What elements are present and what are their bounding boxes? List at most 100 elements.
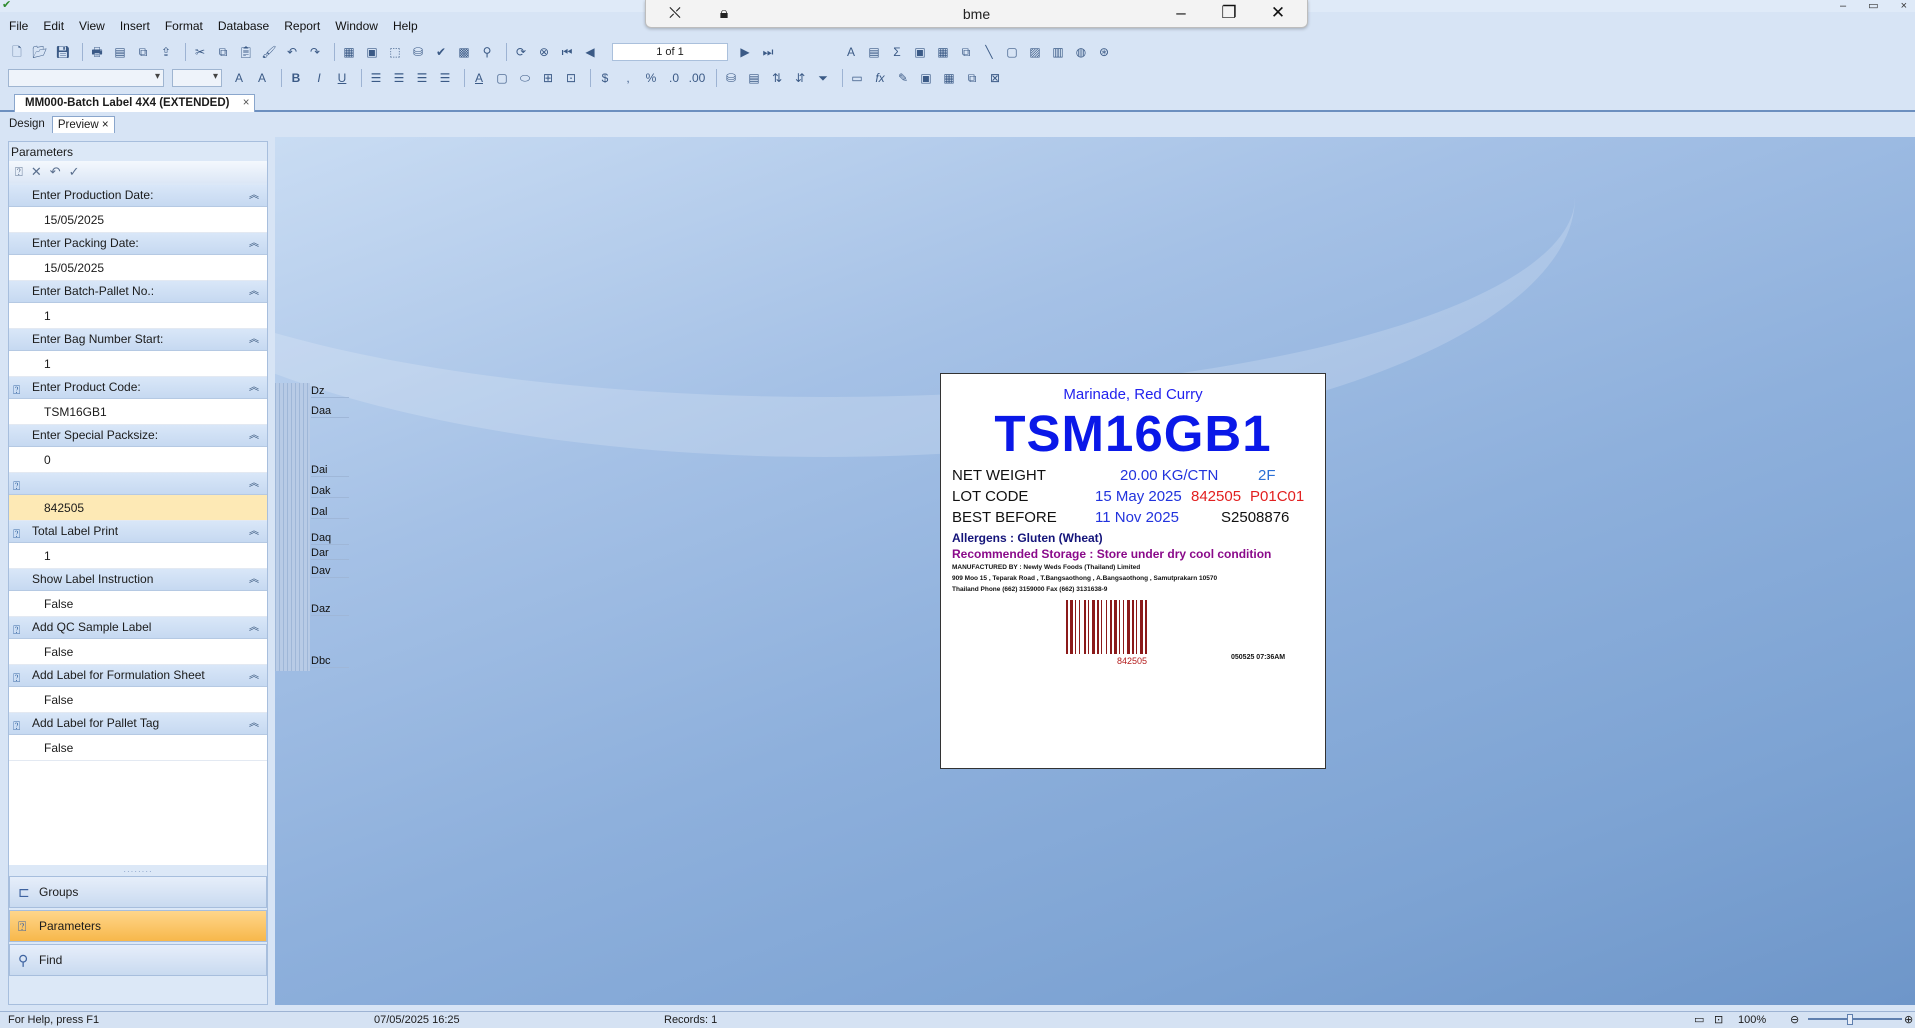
font-color-icon[interactable]: A — [470, 69, 488, 87]
collapse-chevron-icon[interactable]: ︽ — [249, 329, 259, 350]
italic-icon[interactable]: I — [310, 69, 328, 87]
sort-az-icon[interactable]: ⇵ — [791, 69, 809, 87]
lock-size-icon[interactable]: ⊡ — [562, 69, 580, 87]
menu-help[interactable]: Help — [393, 19, 418, 33]
increase-font-icon[interactable]: A — [230, 69, 248, 87]
refresh-icon[interactable]: ⟳ — [512, 43, 530, 61]
field-explorer-icon[interactable]: ▣ — [363, 43, 381, 61]
zoom-slider-thumb[interactable] — [1847, 1014, 1853, 1025]
menu-file[interactable]: File — [9, 19, 28, 33]
template-icon[interactable]: ▣ — [917, 69, 935, 87]
open-icon[interactable]: 📂︎ — [31, 43, 49, 61]
suppress-icon[interactable]: ⬭ — [516, 69, 534, 87]
insert-crosstab-icon[interactable]: ▦ — [934, 43, 952, 61]
parameter-value-field[interactable]: 1 — [9, 303, 267, 329]
zoom-out-icon[interactable]: ⊖ — [1790, 1012, 1799, 1028]
find-icon[interactable]: ⚲ — [478, 43, 496, 61]
decrease-decimals-icon[interactable]: .00 — [688, 69, 706, 87]
font-name-dropdown[interactable] — [8, 69, 164, 87]
last-page-icon[interactable]: ⏭ — [759, 43, 777, 61]
hyperlink-icon[interactable]: ⊠ — [986, 69, 1004, 87]
formula-icon[interactable]: fx — [871, 69, 889, 87]
insert-summary-icon[interactable]: Σ — [888, 43, 906, 61]
align-left-icon[interactable]: ☰ — [367, 69, 385, 87]
cut-icon[interactable]: ✂ — [191, 43, 209, 61]
parameter-header[interactable]: ⍰ Total Label Print ︽ — [9, 521, 267, 543]
align-right-icon[interactable]: ☰ — [413, 69, 431, 87]
redo-icon[interactable]: ↷ — [306, 43, 324, 61]
repository-icon[interactable]: ⛁ — [409, 43, 427, 61]
decrease-font-icon[interactable]: A — [253, 69, 271, 87]
parameter-help-icon[interactable]: ⍰ — [15, 164, 23, 180]
table-icon[interactable]: ▤ — [745, 69, 763, 87]
nav-find-button[interactable]: ⚲ Find — [9, 944, 267, 976]
delete-icon[interactable]: ✕ — [31, 164, 42, 180]
insert-group-icon[interactable]: ▣ — [911, 43, 929, 61]
parameter-header[interactable]: Enter Packing Date: ︽ — [9, 233, 267, 255]
parameter-header[interactable]: ⍰ Enter Product Code: ︽ — [9, 377, 267, 399]
collapse-chevron-icon[interactable]: ︽ — [249, 617, 259, 638]
sort-icon[interactable]: ⇅ — [768, 69, 786, 87]
justify-icon[interactable]: ☰ — [436, 69, 454, 87]
print-setup-icon[interactable]: ▤ — [111, 43, 129, 61]
collapse-chevron-icon[interactable]: ︽ — [249, 425, 259, 446]
menu-report[interactable]: Report — [284, 19, 320, 33]
menu-view[interactable]: View — [79, 19, 105, 33]
collapse-chevron-icon[interactable]: ︽ — [249, 185, 259, 206]
parameter-header[interactable]: ⍰ Add Label for Formulation Sheet ︽ — [9, 665, 267, 687]
insert-picture-icon[interactable]: ▨ — [1026, 43, 1044, 61]
parameter-value-field[interactable]: False — [9, 591, 267, 617]
parameter-value-field[interactable]: 1 — [9, 351, 267, 377]
insert-olap-icon[interactable]: ⊛ — [1095, 43, 1113, 61]
align-center-icon[interactable]: ☰ — [390, 69, 408, 87]
parameter-value-field[interactable]: False — [9, 639, 267, 665]
menu-format[interactable]: Format — [165, 19, 203, 33]
undo-icon[interactable]: ↶ — [50, 164, 61, 180]
collapse-chevron-icon[interactable]: ︽ — [249, 521, 259, 542]
thousands-icon[interactable]: , — [619, 69, 637, 87]
underline-icon[interactable]: U — [333, 69, 351, 87]
document-tab[interactable]: MM000-Batch Label 4X4 (EXTENDED) × — [14, 94, 255, 112]
menu-edit[interactable]: Edit — [43, 19, 64, 33]
menu-insert[interactable]: Insert — [120, 19, 150, 33]
bold-icon[interactable]: B — [287, 69, 305, 87]
menu-window[interactable]: Window — [335, 19, 378, 33]
filter-icon[interactable]: ⏷ — [814, 69, 832, 87]
tab-preview[interactable]: Preview × — [51, 116, 115, 133]
highlighting-icon[interactable]: ✎ — [894, 69, 912, 87]
parameter-header[interactable]: ⍰ Add Label for Pallet Tag ︽ — [9, 713, 267, 735]
parameter-value-field[interactable]: 0 — [9, 447, 267, 473]
export-icon[interactable]: ⇪ — [157, 43, 175, 61]
parameter-value-field[interactable]: 1 — [9, 543, 267, 569]
parameter-header[interactable]: ⍰ ︽ — [9, 473, 267, 495]
close-document-icon[interactable]: × — [243, 95, 250, 111]
close-icon[interactable]: × — [1901, 0, 1907, 12]
insert-text-icon[interactable]: A — [842, 43, 860, 61]
insert-chart-icon[interactable]: ▥ — [1049, 43, 1067, 61]
print-icon[interactable]: 🖶 — [88, 43, 106, 61]
insert-subreport-icon[interactable]: ⧉ — [957, 43, 975, 61]
parameter-header[interactable]: Enter Batch-Pallet No.: ︽ — [9, 281, 267, 303]
page-view-icon[interactable]: ▭ — [1694, 1012, 1704, 1028]
fit-view-icon[interactable]: ⊡ — [1714, 1012, 1723, 1028]
insert-map-icon[interactable]: ◍ — [1072, 43, 1090, 61]
nav-groups-button[interactable]: ⊏ Groups — [9, 876, 267, 908]
minimize-icon[interactable]: – — [1840, 0, 1846, 12]
section-expert-icon[interactable]: ▭ — [848, 69, 866, 87]
currency-icon[interactable]: $ — [596, 69, 614, 87]
lock-format-icon[interactable]: ⊞ — [539, 69, 557, 87]
parameter-value-field[interactable]: 15/05/2025 — [9, 255, 267, 281]
zoom-in-icon[interactable]: ⊕ — [1904, 1012, 1913, 1028]
new-icon[interactable]: 🗋 — [8, 43, 26, 61]
tab-design[interactable]: Design — [4, 116, 50, 133]
border-icon[interactable]: ▢ — [493, 69, 511, 87]
parameter-value-field[interactable]: 15/05/2025 — [9, 207, 267, 233]
undo-icon[interactable]: ↶ — [283, 43, 301, 61]
database-icon[interactable]: ⛁ — [722, 69, 740, 87]
zoom-slider[interactable] — [1808, 1018, 1902, 1020]
collapse-chevron-icon[interactable]: ︽ — [249, 281, 259, 302]
parameter-header[interactable]: Show Label Instruction ︽ — [9, 569, 267, 591]
apply-icon[interactable]: ✓ — [69, 164, 80, 180]
format-painter-icon[interactable]: 🖌︎ — [260, 43, 278, 61]
collapse-chevron-icon[interactable]: ︽ — [249, 665, 259, 686]
